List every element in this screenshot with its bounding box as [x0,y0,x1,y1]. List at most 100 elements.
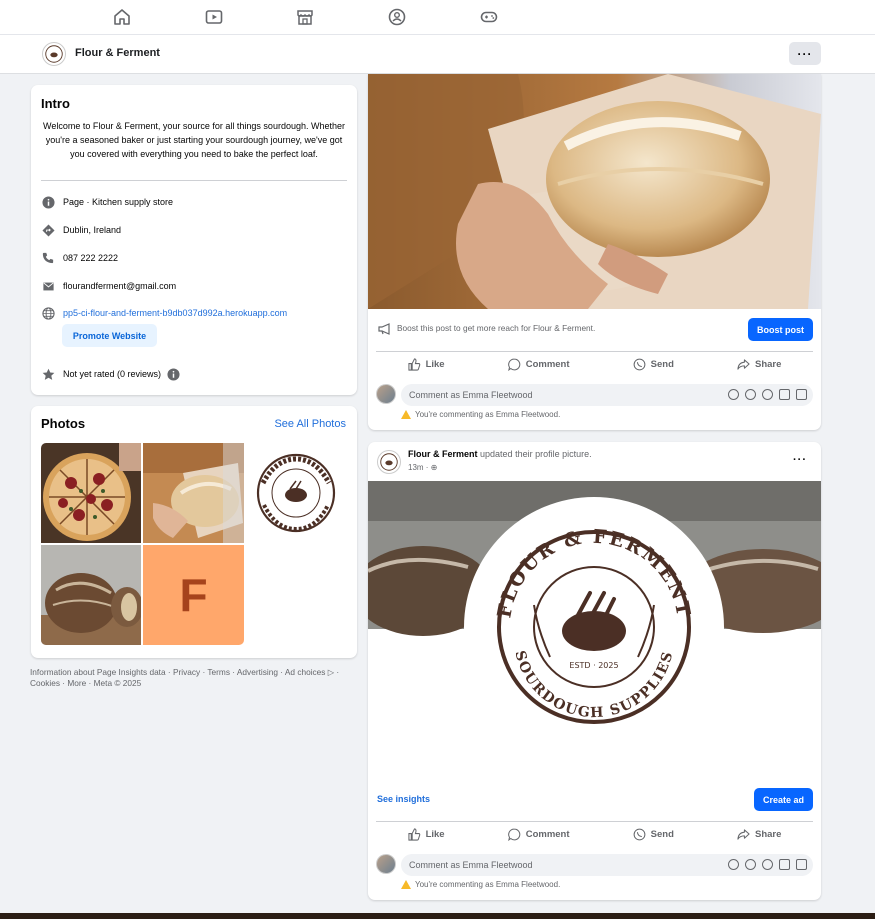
whatsapp-icon [633,828,646,841]
post2-timestamp[interactable]: 13m · ⊕ [408,463,437,472]
photo-logo[interactable] [246,443,347,543]
gif-icon[interactable] [779,859,790,870]
photo-sourdough-loaf[interactable] [41,545,141,645]
globe-icon [41,306,55,320]
promote-website-button[interactable]: Promote Website [62,324,157,347]
phone-row: 087 222 2222 [41,250,118,266]
page-title[interactable]: Flour & Ferment [75,47,160,59]
avatar-sticker-icon[interactable] [728,859,739,870]
post1-warning: You're commenting as Emma Fleetwood. [401,410,560,419]
boost-post-button[interactable]: Boost post [748,318,813,341]
marketplace-icon[interactable] [295,7,315,27]
warning-icon [401,410,411,419]
like-button[interactable]: Like [407,828,445,841]
category-row: Page · Kitchen supply store [41,194,173,210]
email-icon [41,279,55,293]
sticker-icon[interactable] [796,859,807,870]
comment-label: Comment [525,829,570,840]
post-image-profile[interactable]: FLOUR & FERMENT SOURDOUGH SUPPLIES ESTD … [368,481,821,779]
photos-card: Photos See All Photos F [31,406,357,658]
create-ad-button[interactable]: Create ad [754,788,813,811]
send-button[interactable]: Send [633,358,674,371]
post2-action-text: updated their profile picture. [480,449,592,459]
whatsapp-icon [633,358,646,371]
page-avatar[interactable] [42,42,66,66]
send-button[interactable]: Send [633,828,674,841]
comment-tools [728,389,807,400]
share-label: Share [755,359,782,370]
post2-author[interactable]: Flour & Ferment [408,449,478,459]
photo-letter-tile[interactable]: F [143,545,244,645]
photos-title: Photos [41,416,86,431]
groups-icon[interactable] [387,7,407,27]
rating-row: Not yet rated (0 reviews) [41,366,188,382]
more-options-button[interactable]: ··· [789,42,821,65]
post-profile-update: Flour & Ferment updated their profile pi… [368,442,821,900]
like-button[interactable]: Like [407,358,445,371]
emoji-icon[interactable] [745,389,756,400]
comment-tools [728,859,807,870]
see-insights-link[interactable]: See insights [377,794,430,804]
post2-header: Flour & Ferment updated their profile pi… [408,449,592,459]
post2-comment-row: Comment as Emma Fleetwood [376,854,813,878]
intro-card: Intro Welcome to Flour & Ferment, your s… [31,85,357,395]
boost-description: Boost this post to get more reach for Fl… [397,323,596,333]
camera-icon[interactable] [762,859,773,870]
rating-text: Not yet rated (0 reviews) [63,369,162,379]
home-icon[interactable] [112,7,132,27]
location-icon [41,223,55,237]
like-icon [407,358,420,371]
megaphone-icon [378,323,390,335]
phone-icon [41,251,55,265]
comment-button[interactable]: Comment [507,828,570,841]
warning-text: You're commenting as Emma Fleetwood. [415,410,561,419]
like-icon [407,828,420,841]
location-text[interactable]: Dublin, Ireland [63,225,121,235]
website-row: pp5-ci-flour-and-ferment-b9db037d992a.he… [41,305,287,321]
location-row: Dublin, Ireland [41,222,121,238]
user-avatar[interactable] [376,384,396,404]
post2-author-avatar[interactable] [377,450,401,474]
page-header-bar: Flour & Ferment ··· [0,35,875,74]
emoji-icon[interactable] [745,859,756,870]
phone-text: 087 222 2222 [63,253,119,263]
photo-pizza[interactable] [41,443,141,543]
website-link[interactable]: pp5-ci-flour-and-ferment-b9db037d992a.he… [63,308,287,318]
post2-time-text: 13m · [408,463,431,472]
post-image-bread[interactable] [368,74,821,309]
intro-divider [41,180,347,181]
logo-estd-text: ESTD · 2025 [569,661,618,670]
avatar-sticker-icon[interactable] [728,389,739,400]
gif-icon[interactable] [779,389,790,400]
sticker-icon[interactable] [796,389,807,400]
email-text[interactable]: flourandferment@gmail.com [63,281,176,291]
send-label: Send [650,829,674,840]
post1-comment-row: Comment as Emma Fleetwood [376,384,813,408]
post2-actions: Like Comment Send Share [376,821,813,847]
camera-icon[interactable] [762,389,773,400]
share-button[interactable]: Share [737,358,781,371]
video-icon[interactable] [204,7,224,27]
photo-bread-hands[interactable] [143,443,244,543]
like-label: Like [425,829,445,840]
see-all-photos-link[interactable]: See All Photos [274,418,346,430]
warning-icon [401,880,411,889]
send-label: Send [650,359,674,370]
star-icon [41,367,55,381]
comment-button[interactable]: Comment [507,358,570,371]
user-avatar[interactable] [376,854,396,874]
globe-icon: ⊕ [430,463,438,472]
category-text: Page · Kitchen supply store [63,197,174,207]
warning-text: You're commenting as Emma Fleetwood. [415,880,561,889]
next-post-edge [0,913,875,919]
comment-label: Comment [525,359,570,370]
comment-icon [507,828,520,841]
share-button[interactable]: Share [737,828,781,841]
post2-more-button[interactable]: ··· [793,454,807,466]
footer-links[interactable]: Information about Page Insights data · P… [30,667,365,689]
page-logo-icon [380,453,398,471]
top-navigation [0,0,875,35]
share-icon [737,829,750,840]
gaming-icon[interactable] [479,7,499,27]
rating-info-icon[interactable] [166,367,180,381]
